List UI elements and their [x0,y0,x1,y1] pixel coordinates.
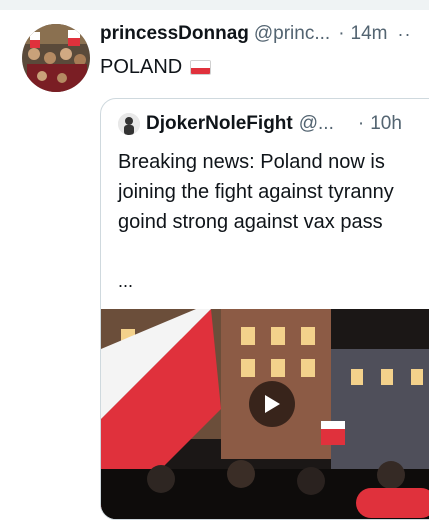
quoted-tweet-ellipsis: ... [118,271,134,291]
author-name[interactable]: princessDonnag [100,23,249,45]
more-icon[interactable]: ·· [397,24,411,45]
quoted-author-avatar[interactable] [118,113,140,135]
play-icon[interactable] [249,381,295,427]
author-handle[interactable]: @princ... [254,23,330,45]
poland-flag-icon [190,60,212,75]
quoted-author-name[interactable]: DjokerNoleFight [146,113,293,135]
tweet-time[interactable]: 14m [351,23,388,45]
quoted-tweet-card[interactable]: DjokerNoleFight @... · 10h Breaking news… [100,98,429,520]
quoted-tweet-header: DjokerNoleFight @... · 10h [118,111,402,137]
quoted-tweet-text: Breaking news: Poland now is joining the… [118,151,394,233]
quoted-author-handle[interactable]: @... [299,113,334,135]
quoted-tweet-time[interactable]: 10h [370,113,402,135]
separator-dot: · [338,23,345,44]
tweet-text-content: POLAND [100,56,183,78]
quoted-separator-dot: · [357,113,365,134]
author-avatar[interactable] [22,24,90,92]
top-divider [0,0,429,10]
avatar-crowd-image [22,24,90,92]
tweet-text: POLAND [100,56,212,79]
red-action-badge[interactable] [356,488,429,518]
tweet-header: princessDonnag @princ... · 14m ·· [100,20,429,48]
